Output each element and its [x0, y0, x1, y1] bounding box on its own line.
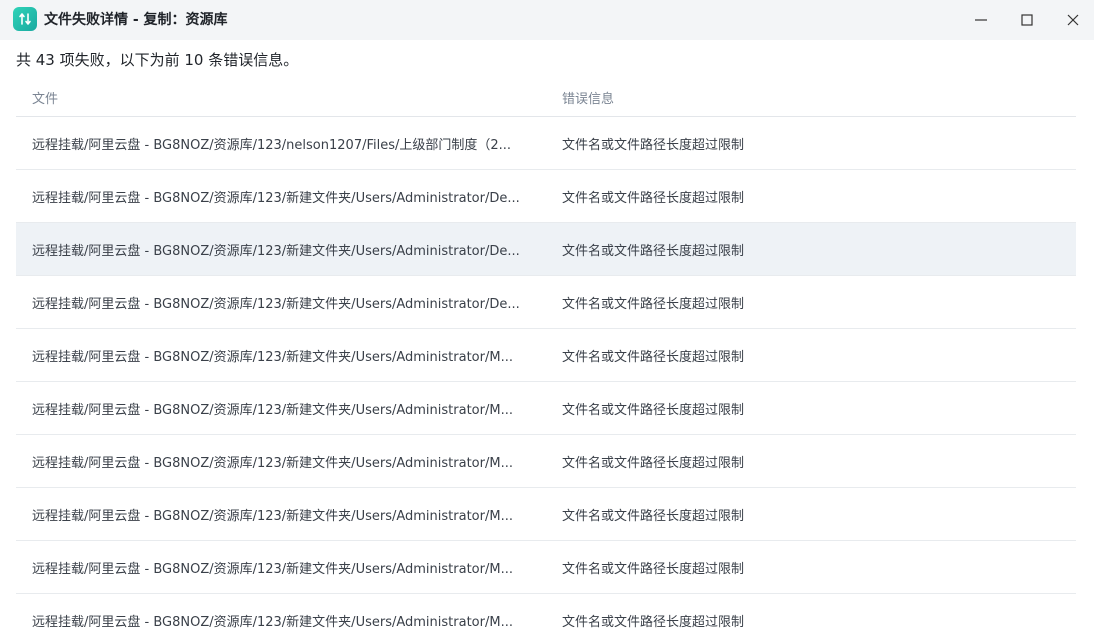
error-message-cell: 文件名或文件路径长度超过限制	[562, 561, 745, 577]
file-path-cell: 远程挂载/阿里云盘 - BG8NOZ/资源库/123/新建文件夹/Users/A…	[32, 402, 513, 418]
error-table: 文件 错误信息 远程挂载/阿里云盘 - BG8NOZ/资源库/123/nelso…	[16, 78, 1076, 635]
error-message-cell: 文件名或文件路径长度超过限制	[562, 455, 745, 471]
close-icon	[1067, 14, 1079, 26]
file-path-cell: 远程挂载/阿里云盘 - BG8NOZ/资源库/123/新建文件夹/Users/A…	[32, 561, 513, 577]
maximize-button[interactable]	[1004, 0, 1050, 40]
error-message-cell: 文件名或文件路径长度超过限制	[562, 296, 745, 312]
file-path-cell: 远程挂载/阿里云盘 - BG8NOZ/资源库/123/新建文件夹/Users/A…	[32, 190, 520, 206]
table-row[interactable]: 远程挂载/阿里云盘 - BG8NOZ/资源库/123/新建文件夹/Users/A…	[16, 541, 1076, 594]
table-row[interactable]: 远程挂载/阿里云盘 - BG8NOZ/资源库/123/新建文件夹/Users/A…	[16, 329, 1076, 382]
table-row[interactable]: 远程挂载/阿里云盘 - BG8NOZ/资源库/123/nelson1207/Fi…	[16, 117, 1076, 170]
table-row[interactable]: 远程挂载/阿里云盘 - BG8NOZ/资源库/123/新建文件夹/Users/A…	[16, 594, 1076, 635]
minimize-button[interactable]	[958, 0, 1004, 40]
table-row[interactable]: 远程挂载/阿里云盘 - BG8NOZ/资源库/123/新建文件夹/Users/A…	[16, 435, 1076, 488]
close-button[interactable]	[1050, 0, 1094, 40]
window-title: 文件失败详情 - 复制：资源库	[44, 12, 228, 28]
file-path-cell: 远程挂载/阿里云盘 - BG8NOZ/资源库/123/新建文件夹/Users/A…	[32, 296, 520, 312]
error-message-cell: 文件名或文件路径长度超过限制	[562, 190, 745, 206]
file-path-cell: 远程挂载/阿里云盘 - BG8NOZ/资源库/123/新建文件夹/Users/A…	[32, 508, 513, 524]
table-row[interactable]: 远程挂载/阿里云盘 - BG8NOZ/资源库/123/新建文件夹/Users/A…	[16, 170, 1076, 223]
maximize-icon	[1021, 14, 1033, 26]
file-path-cell: 远程挂载/阿里云盘 - BG8NOZ/资源库/123/nelson1207/Fi…	[32, 137, 512, 153]
error-message-cell: 文件名或文件路径长度超过限制	[562, 137, 745, 153]
table-row[interactable]: 远程挂载/阿里云盘 - BG8NOZ/资源库/123/新建文件夹/Users/A…	[16, 276, 1076, 329]
file-path-cell: 远程挂载/阿里云盘 - BG8NOZ/资源库/123/新建文件夹/Users/A…	[32, 455, 513, 471]
failure-summary-text: 共 43 项失败，以下为前 10 条错误信息。	[16, 51, 299, 69]
file-path-cell: 远程挂载/阿里云盘 - BG8NOZ/资源库/123/新建文件夹/Users/A…	[32, 243, 520, 259]
table-row[interactable]: 远程挂载/阿里云盘 - BG8NOZ/资源库/123/新建文件夹/Users/A…	[16, 382, 1076, 435]
file-path-cell: 远程挂载/阿里云盘 - BG8NOZ/资源库/123/新建文件夹/Users/A…	[32, 349, 513, 365]
file-failure-details-window: 文件失败详情 - 复制：资源库 共 43 项失败，以下为前 10 条错误信息。 …	[0, 0, 1094, 635]
error-message-cell: 文件名或文件路径长度超过限制	[562, 614, 745, 630]
table-row[interactable]: 远程挂载/阿里云盘 - BG8NOZ/资源库/123/新建文件夹/Users/A…	[16, 488, 1076, 541]
error-message-cell: 文件名或文件路径长度超过限制	[562, 508, 745, 524]
error-message-cell: 文件名或文件路径长度超过限制	[562, 243, 745, 259]
error-message-cell: 文件名或文件路径长度超过限制	[562, 349, 745, 365]
table-header: 文件 错误信息	[16, 78, 1076, 117]
transfer-app-icon	[13, 7, 37, 31]
table-row[interactable]: 远程挂载/阿里云盘 - BG8NOZ/资源库/123/新建文件夹/Users/A…	[16, 223, 1076, 276]
error-message-cell: 文件名或文件路径长度超过限制	[562, 402, 745, 418]
column-header-file: 文件	[32, 91, 59, 107]
column-header-error: 错误信息	[562, 91, 615, 107]
file-path-cell: 远程挂载/阿里云盘 - BG8NOZ/资源库/123/新建文件夹/Users/A…	[32, 614, 513, 630]
minimize-icon	[975, 19, 987, 21]
title-bar[interactable]: 文件失败详情 - 复制：资源库	[0, 0, 1094, 40]
